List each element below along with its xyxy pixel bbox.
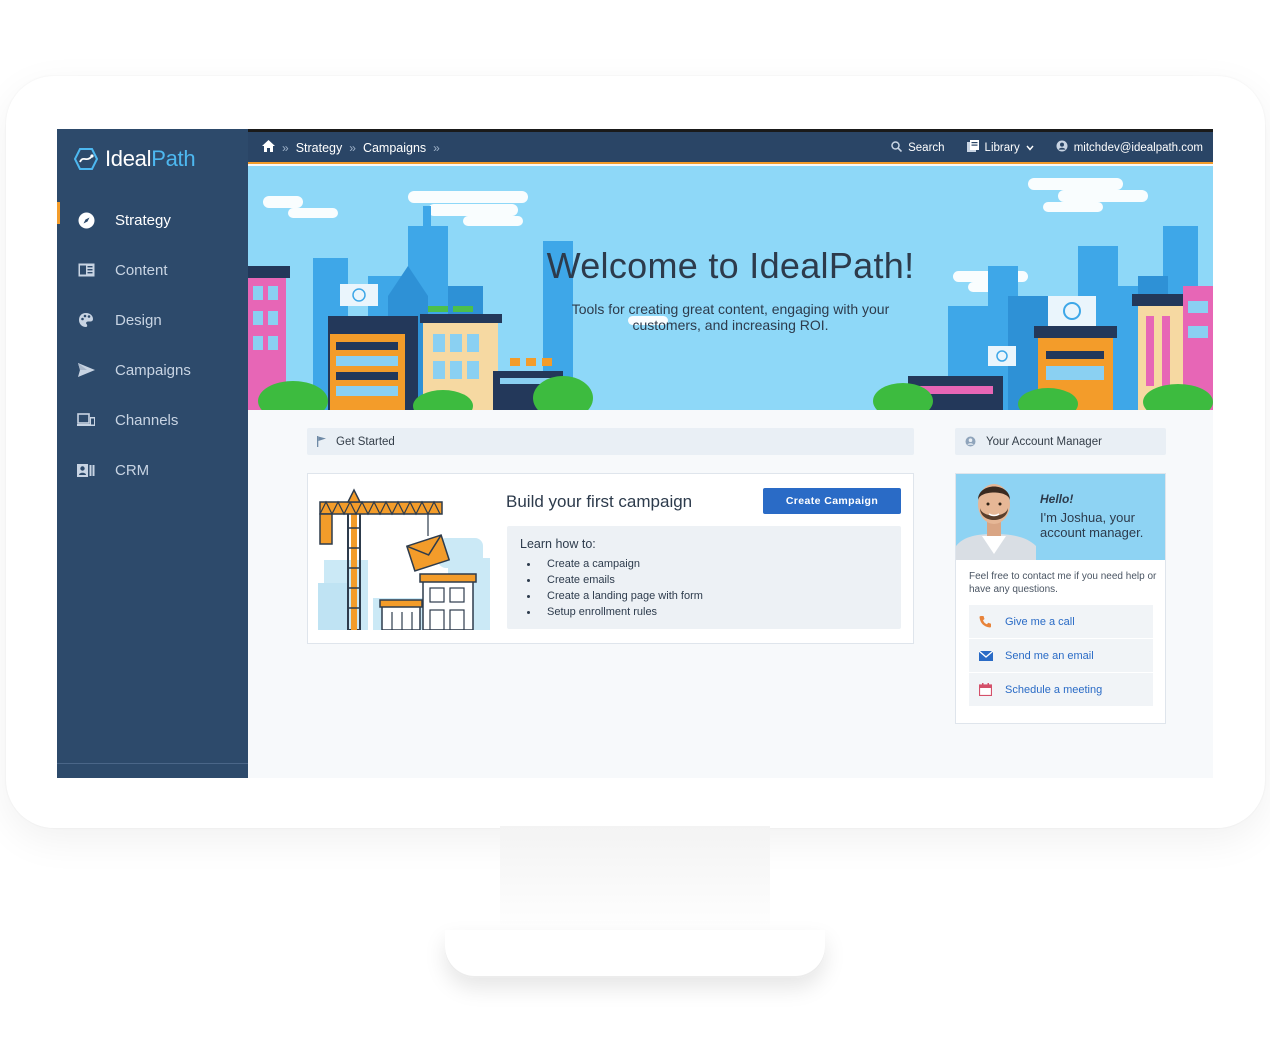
search-icon [891,140,903,155]
palette-icon [77,311,95,329]
learn-how-title: Learn how to: [520,537,596,551]
action-label: Give me a call [1005,615,1075,628]
devices-icon [77,411,95,429]
phone-icon [979,615,995,628]
user-menu[interactable]: mitchdev@idealpath.com [1056,140,1203,155]
calendar-icon [979,683,995,696]
sidebar-item-crm[interactable]: CRM [57,445,248,495]
breadcrumb-strategy[interactable]: Strategy [296,141,343,155]
contact-note: Feel free to contact me if you need help… [969,571,1157,595]
sidebar-divider [57,763,248,764]
avatar [956,484,1036,560]
campaign-card-title: Build your first campaign [506,492,693,511]
envelope-icon [979,650,995,661]
sidebar-item-content[interactable]: Content [57,245,248,295]
compass-icon [77,211,95,229]
give-me-a-call-link[interactable]: Give me a call [969,605,1153,639]
breadcrumb-separator: » [349,140,356,155]
search-label: Search [908,141,945,154]
breadcrumb-separator: » [282,140,289,155]
sidebar-item-label: Design [115,311,162,329]
learn-how-box: Learn how to: Create a campaign Create e… [507,526,901,629]
list-item[interactable]: Create emails [527,572,703,588]
sidebar: IdealPath Strategy Content Design Campai… [57,129,248,778]
user-icon [1056,140,1068,155]
account-manager-intro: Hello! I'm Joshua, your account manager. [956,474,1165,560]
library-icon [966,140,979,155]
action-label: Schedule a meeting [1005,683,1103,696]
list-item[interactable]: Create a campaign [527,556,703,572]
newspaper-icon [77,261,95,279]
paper-plane-icon [77,361,95,379]
app-logo[interactable]: IdealPath [74,144,196,174]
user-email: mitchdev@idealpath.com [1073,141,1203,154]
create-campaign-button[interactable]: Create Campaign [763,488,901,514]
breadcrumb-separator: » [433,140,440,155]
list-item[interactable]: Setup enrollment rules [527,604,703,620]
sidebar-item-strategy[interactable]: Strategy [57,195,248,245]
library-menu[interactable]: Library [966,140,1034,155]
welcome-banner: Welcome to IdealPath! Tools for creating… [248,166,1213,410]
app-screen: IdealPath Strategy Content Design Campai… [57,129,1213,778]
top-bar-actions: Search Library mitchdev@idealpath.com [891,140,1203,155]
sidebar-item-label: Campaigns [115,361,191,379]
home-icon[interactable] [262,140,275,155]
send-email-link[interactable]: Send me an email [969,639,1153,673]
banner-subtitle: Tools for creating great content, engagi… [571,301,890,333]
library-label: Library [984,141,1020,154]
breadcrumb: » Strategy » Campaigns » [262,140,440,155]
sidebar-item-design[interactable]: Design [57,295,248,345]
search-button[interactable]: Search [891,140,945,155]
account-manager-header: Your Account Manager [955,428,1166,455]
contact-actions: Give me a call Send me an email Schedule… [969,605,1153,707]
sidebar-item-label: Channels [115,411,179,429]
sidebar-item-label: Strategy [115,211,171,229]
get-started-title: Get Started [336,435,395,448]
address-card-icon [77,461,95,479]
monitor-stand-neck [500,826,770,936]
sidebar-item-label: Content [115,261,168,279]
list-item[interactable]: Create a landing page with form [527,588,703,604]
idealpath-logo-icon [74,148,98,170]
chevron-down-icon [1026,142,1034,154]
learn-how-list: Create a campaign Create emails Create a… [527,556,703,620]
top-bar: » Strategy » Campaigns » Search Library [248,132,1213,164]
city-skyline-illustration [248,178,1213,410]
flag-icon [317,436,326,447]
sidebar-nav: Strategy Content Design Campaigns Channe… [57,195,248,495]
sidebar-item-channels[interactable]: Channels [57,395,248,445]
logo-wordmark: IdealPath [105,146,196,171]
sidebar-item-campaigns[interactable]: Campaigns [57,345,248,395]
action-label: Send me an email [1005,649,1094,662]
user-icon [965,436,976,447]
schedule-meeting-link[interactable]: Schedule a meeting [969,673,1153,707]
account-manager-title: Your Account Manager [986,435,1102,448]
breadcrumb-campaigns[interactable]: Campaigns [363,141,426,155]
get-started-header: Get Started [307,428,914,455]
crane-illustration [318,488,490,630]
build-campaign-card: Build your first campaign Create Campaig… [307,473,914,644]
hello-text: Hello! [1040,492,1074,506]
banner-title: Welcome to IdealPath! [546,245,915,286]
manager-intro-text: I'm Joshua, your account manager. [1040,510,1144,540]
account-manager-card: Hello! I'm Joshua, your account manager.… [955,473,1166,724]
sidebar-item-label: CRM [115,461,150,479]
monitor-stand-base [445,930,825,978]
